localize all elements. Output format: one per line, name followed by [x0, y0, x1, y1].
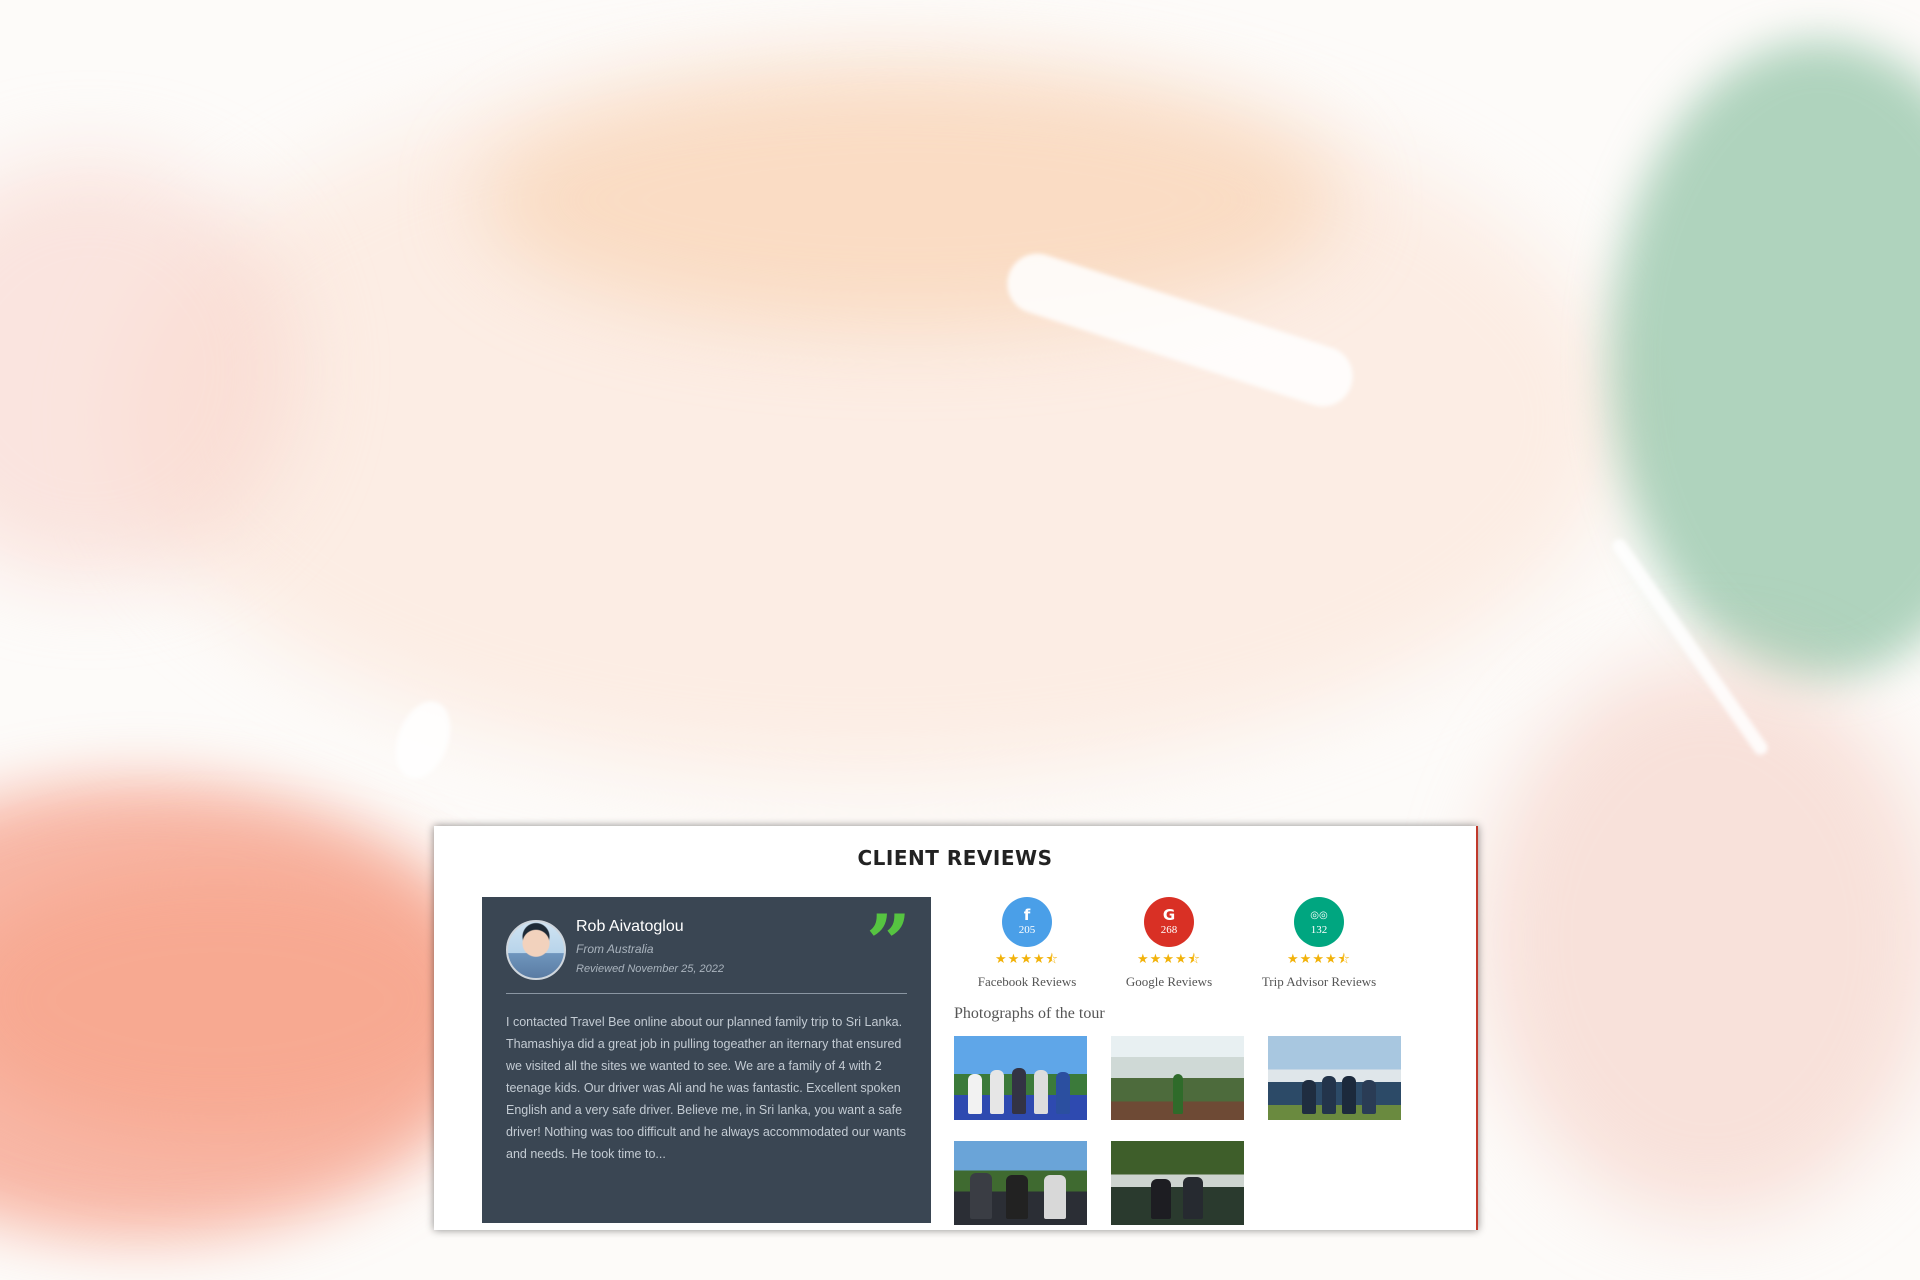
review-date: Reviewed November 25, 2022: [576, 963, 724, 975]
tour-photo-2[interactable]: [1111, 1036, 1244, 1120]
facebook-count: 205: [1018, 923, 1036, 936]
reviewer-location: From Australia: [576, 942, 654, 956]
reviewer-name: Rob Aivatoglou: [576, 918, 684, 935]
divider: [506, 993, 907, 994]
tripadvisor-label: Trip Advisor Reviews: [1261, 974, 1377, 989]
tour-photo-4[interactable]: [954, 1141, 1087, 1225]
tour-photo-5[interactable]: [1111, 1141, 1244, 1225]
tour-photo-1[interactable]: [954, 1036, 1087, 1120]
facebook-icon[interactable]: f 205: [1002, 897, 1052, 947]
google-rating-stars: ★★★★⯪: [1137, 951, 1201, 966]
google-label: Google Reviews: [1125, 974, 1213, 989]
stat-facebook[interactable]: f 205 ★★★★⯪ Facebook Reviews: [952, 897, 1102, 990]
reviewer-avatar: [506, 920, 566, 980]
google-icon[interactable]: G 268: [1144, 897, 1194, 947]
google-count: 268: [1160, 923, 1178, 936]
tour-photo-3[interactable]: [1268, 1036, 1401, 1120]
stat-google[interactable]: G 268 ★★★★⯪ Google Reviews: [1094, 897, 1244, 990]
quote-icon: ”: [866, 898, 911, 989]
review-card: Rob Aivatoglou From Australia Reviewed N…: [482, 897, 931, 1223]
stat-tripadvisor[interactable]: ◎◎ 132 ★★★★⯪ Trip Advisor Reviews: [1244, 897, 1394, 990]
client-reviews-card: CLIENT REVIEWS Rob Aivatoglou From Austr…: [434, 826, 1478, 1230]
facebook-label: Facebook Reviews: [977, 974, 1077, 989]
tripadvisor-icon[interactable]: ◎◎ 132: [1294, 897, 1344, 947]
tripadvisor-count: 132: [1310, 923, 1328, 936]
review-stats: f 205 ★★★★⯪ Facebook Reviews G 268 ★★★★⯪…: [952, 897, 1422, 990]
section-title: CLIENT REVIEWS: [857, 846, 1053, 870]
facebook-rating-stars: ★★★★⯪: [995, 951, 1059, 966]
tripadvisor-rating-stars: ★★★★⯪: [1287, 951, 1351, 966]
review-text: I contacted Travel Bee online about our …: [506, 1015, 906, 1161]
photos-title: Photographs of the tour: [954, 1005, 1105, 1022]
